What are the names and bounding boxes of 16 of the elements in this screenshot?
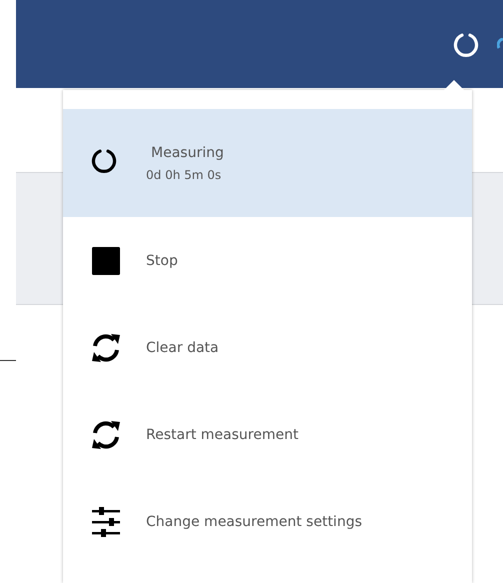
menu-item[interactable]: Measuring 0d 0h 5m 0s [63,109,472,217]
square-icon [91,246,121,276]
menu-item[interactable]: Restart measurement [63,391,472,478]
sliders-icon [91,506,121,536]
elapsed-time: 0d 0h 5m 0s [146,168,222,182]
menu-item-label: Change measurement settings [146,514,362,530]
menu-item-label: Clear data [146,340,219,356]
refresh-icon [91,420,121,450]
menu-item-label: Measuring [151,144,224,160]
refresh-icon [91,332,121,362]
menu-item[interactable]: Stop [63,217,472,304]
menu-item-label: Restart measurement [146,426,298,442]
spinner-icon[interactable] [453,32,479,58]
menu-item-label: Stop [146,252,178,268]
menu-item[interactable]: Clear data [63,304,472,391]
menu-item[interactable]: Change measurement settings [63,478,472,565]
